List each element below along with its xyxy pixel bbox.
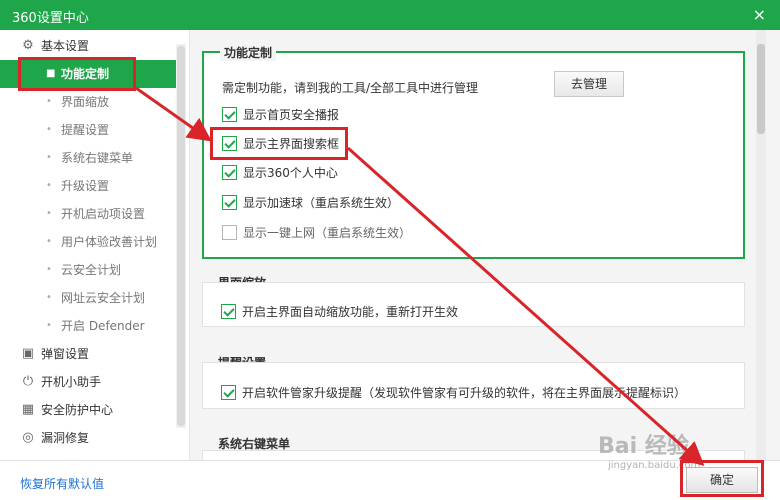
bullet-icon: • <box>46 96 52 107</box>
sidebar-item-security-center[interactable]: ▦ 安全防护中心 <box>0 396 176 424</box>
ok-button[interactable]: 确定 <box>686 467 758 493</box>
sidebar-item-reminder[interactable]: • 提醒设置 <box>0 116 176 144</box>
sidebar-item-label: 开启 Defender <box>61 319 145 333</box>
sidebar-item-label: 界面缩放 <box>61 95 110 109</box>
option-label: 显示一键上网（重启系统生效） <box>243 226 412 240</box>
sidebar-item-basic-settings[interactable]: ⚙ 基本设置 <box>0 32 176 60</box>
sidebar-item-label: 开机小助手 <box>41 375 102 389</box>
gear-icon: ⚙ <box>22 38 34 53</box>
sidebar-scrollbar[interactable] <box>176 44 186 428</box>
sidebar-item-label: 用户体验改善计划 <box>61 235 158 249</box>
bullet-icon: ■ <box>46 68 56 79</box>
bullet-icon: • <box>46 180 52 191</box>
bullet-icon: • <box>46 236 52 247</box>
section-description: 需定制功能，请到我的工具/全部工具中进行管理 <box>222 81 479 95</box>
close-icon[interactable]: × <box>753 5 766 24</box>
option-label: 显示首页安全播报 <box>243 108 340 122</box>
sidebar-item-url-cloud-security[interactable]: • 网址云安全计划 <box>0 284 176 312</box>
zoom-section: 开启主界面自动缩放功能，重新打开生效 <box>202 282 745 327</box>
option-label: 开启主界面自动缩放功能，重新打开生效 <box>242 305 459 319</box>
sidebar-item-label: 提醒设置 <box>61 123 110 137</box>
bullet-icon: • <box>46 320 52 331</box>
option-label: 显示加速球（重启系统生效） <box>243 196 400 210</box>
bullet-icon: • <box>46 292 52 303</box>
popup-icon: ▣ <box>21 346 35 361</box>
sidebar: ⚙ 基本设置 ■ 功能定制 • 界面缩放 • 提醒设置 • 系统右键菜单 • 升… <box>0 30 190 460</box>
option-label: 显示360个人中心 <box>243 166 338 180</box>
content-scrollbar[interactable] <box>756 30 766 460</box>
checkbox[interactable] <box>222 225 237 240</box>
sidebar-item-label: 升级设置 <box>61 179 110 193</box>
checkbox[interactable] <box>222 136 237 151</box>
checkbox[interactable] <box>221 385 236 400</box>
sidebar-item-label: 漏洞修复 <box>41 431 90 445</box>
sidebar-item-feature-custom[interactable]: ■ 功能定制 <box>0 60 176 88</box>
sidebar-item-ux-plan[interactable]: • 用户体验改善计划 <box>0 228 176 256</box>
option-label: 开启软件管家升级提醒（发现软件管家有可升级的软件，将在主界面展示提醒标识） <box>242 386 687 400</box>
manage-button[interactable]: 去管理 <box>554 71 624 97</box>
checkbox[interactable] <box>222 165 237 180</box>
sidebar-item-label: 网址云安全计划 <box>61 291 146 305</box>
bullet-icon: • <box>46 124 52 135</box>
sidebar-item-label: 功能定制 <box>61 67 110 81</box>
feature-custom-section: 功能定制 需定制功能，请到我的工具/全部工具中进行管理 去管理 显示首页安全播报… <box>202 44 745 259</box>
sidebar-item-label: 云安全计划 <box>61 263 122 277</box>
sidebar-item-cloud-security[interactable]: • 云安全计划 <box>0 256 176 284</box>
sidebar-item-defender[interactable]: • 开启 Defender <box>0 312 176 340</box>
shield-grid-icon: ▦ <box>21 402 35 417</box>
sidebar-item-label: 开机启动项设置 <box>61 207 146 221</box>
sidebar-item-startup[interactable]: • 开机启动项设置 <box>0 200 176 228</box>
checkbox[interactable] <box>222 195 237 210</box>
sidebar-item-upgrade[interactable]: • 升级设置 <box>0 172 176 200</box>
sidebar-item-boot-assistant[interactable]: ⏻ 开机小助手 <box>0 368 176 396</box>
title-bar: 360设置中心 × <box>0 0 780 30</box>
power-icon: ⏻ <box>22 374 34 389</box>
checkbox[interactable] <box>221 304 236 319</box>
footer: 恢复所有默认值 确定 <box>0 460 780 500</box>
sidebar-item-label: 安全防护中心 <box>41 403 114 417</box>
bullet-icon: • <box>46 264 52 275</box>
settings-content: 功能定制 需定制功能，请到我的工具/全部工具中进行管理 去管理 显示首页安全播报… <box>190 30 780 460</box>
bullet-icon: • <box>46 152 52 163</box>
option-label: 显示主界面搜索框 <box>243 137 340 151</box>
sidebar-item-popup-settings[interactable]: ▣ 弹窗设置 <box>0 340 176 368</box>
section-title: 功能定制 <box>220 44 277 61</box>
reset-defaults-link[interactable]: 恢复所有默认值 <box>20 475 104 492</box>
reminder-section: 开启软件管家升级提醒（发现软件管家有可升级的软件，将在主界面展示提醒标识） <box>202 362 745 409</box>
scrollbar-thumb[interactable] <box>757 44 765 134</box>
context-menu-section <box>202 450 745 460</box>
window-title: 360设置中心 <box>12 11 89 26</box>
sidebar-item-ui-zoom[interactable]: • 界面缩放 <box>0 88 176 116</box>
repair-icon: ◎ <box>22 430 34 445</box>
checkbox[interactable] <box>222 107 237 122</box>
sidebar-item-context-menu[interactable]: • 系统右键菜单 <box>0 144 176 172</box>
sidebar-item-vuln-repair[interactable]: ◎ 漏洞修复 <box>0 424 176 452</box>
sidebar-item-label: 系统右键菜单 <box>61 151 134 165</box>
scrollbar-thumb[interactable] <box>177 46 185 426</box>
sidebar-item-label: 弹窗设置 <box>41 347 90 361</box>
sidebar-item-label: 基本设置 <box>41 39 90 53</box>
bullet-icon: • <box>46 208 52 219</box>
